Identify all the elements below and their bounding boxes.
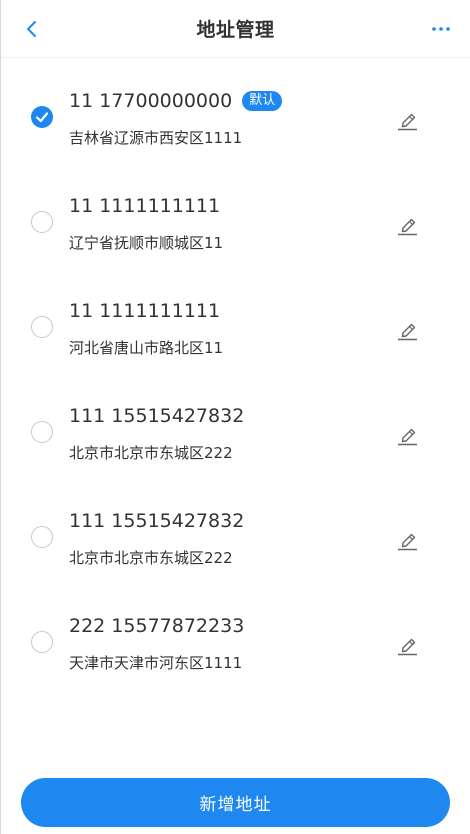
address-radio[interactable]	[31, 211, 53, 233]
top-nav-bar: 地址管理	[1, 0, 470, 58]
more-button[interactable]	[426, 14, 456, 44]
address-list: 11 17700000000 默认 吉林省辽源市西安区1111 11 11111…	[1, 58, 470, 688]
phone-text: 11 1111111111	[69, 300, 221, 322]
address-radio[interactable]	[31, 421, 53, 443]
page-title: 地址管理	[196, 19, 275, 41]
pencil-icon	[398, 113, 417, 131]
address-text: 北京市北京市东城区222	[69, 549, 233, 567]
address-radio[interactable]	[31, 631, 53, 653]
address-text: 吉林省辽源市西安区1111	[69, 129, 243, 147]
edit-button[interactable]	[394, 107, 420, 131]
address-phone: 111 15515427832	[69, 405, 244, 427]
address-text: 天津市天津市河东区1111	[69, 654, 243, 672]
address-phone: 222 15577872233	[69, 615, 244, 637]
more-dots-icon	[432, 27, 450, 31]
edit-button[interactable]	[394, 527, 420, 551]
address-item[interactable]: 111 15515427832 北京市北京市东城区222	[1, 373, 470, 478]
phone-text: 222 15577872233	[69, 615, 245, 637]
address-phone: 11 1111111111	[69, 195, 220, 217]
phone-text: 111 15515427832	[69, 405, 245, 427]
pencil-icon	[398, 428, 417, 446]
phone-text: 111 15515427832	[69, 510, 245, 532]
edit-button[interactable]	[394, 317, 420, 341]
address-text: 河北省唐山市路北区11	[69, 339, 224, 357]
address-radio[interactable]	[31, 526, 53, 548]
pencil-icon	[398, 533, 417, 551]
address-item[interactable]: 222 15577872233 天津市天津市河东区1111	[1, 583, 470, 688]
check-icon	[35, 112, 49, 123]
address-radio[interactable]	[31, 316, 53, 338]
address-text: 辽宁省抚顺市顺城区11	[69, 234, 224, 252]
add-address-button[interactable]: 新增地址	[21, 778, 450, 827]
address-phone: 11 17700000000 默认	[69, 90, 283, 112]
default-badge: 默认	[242, 91, 283, 111]
address-phone: 111 15515427832	[69, 510, 244, 532]
pencil-icon	[398, 323, 417, 341]
phone-text: 11 1111111111	[69, 195, 221, 217]
phone-text: 11 17700000000	[69, 90, 233, 112]
address-item[interactable]: 111 15515427832 北京市北京市东城区222	[1, 478, 470, 583]
address-item[interactable]: 11 1111111111 河北省唐山市路北区11	[1, 268, 470, 373]
address-radio-checked[interactable]	[31, 106, 53, 128]
pencil-icon	[398, 638, 417, 656]
address-item[interactable]: 11 17700000000 默认 吉林省辽源市西安区1111	[1, 58, 470, 163]
address-phone: 11 1111111111	[69, 300, 220, 322]
pencil-icon	[398, 218, 417, 236]
edit-button[interactable]	[394, 212, 420, 236]
edit-button[interactable]	[394, 422, 420, 446]
address-item[interactable]: 11 1111111111 辽宁省抚顺市顺城区11	[1, 163, 470, 268]
address-text: 北京市北京市东城区222	[69, 444, 233, 462]
edit-button[interactable]	[394, 632, 420, 656]
